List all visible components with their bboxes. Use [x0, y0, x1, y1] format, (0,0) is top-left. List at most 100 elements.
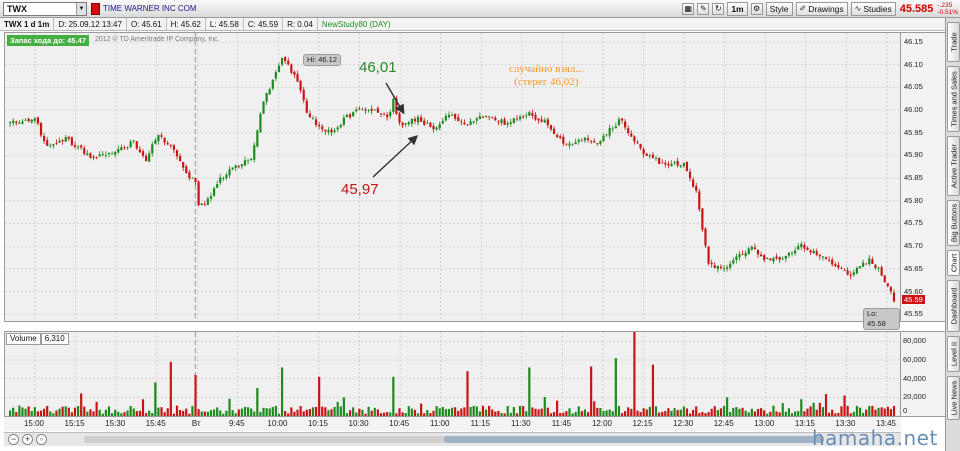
time-tick-label: 12:45: [713, 419, 734, 428]
candle: [713, 261, 716, 269]
studies-button[interactable]: ∿ Studies: [850, 2, 896, 16]
volume-bar: [828, 412, 831, 416]
rotate-icon[interactable]: ↻: [712, 3, 725, 15]
volume-bar: [821, 407, 825, 416]
candle: [574, 138, 577, 145]
side-tab-dashboard[interactable]: Dashboard: [947, 280, 960, 332]
price-panel[interactable]: Запас хода до: 45.47 2012 © TD Ameritrad…: [4, 32, 901, 330]
side-tab-label: Times and Sales: [949, 71, 958, 127]
info-symbol-period[interactable]: TWX 1 d 1m: [0, 17, 55, 31]
volume-bar: [209, 410, 213, 416]
volume-bar: [407, 406, 410, 416]
candle: [849, 270, 852, 280]
volume-bar: [871, 405, 874, 416]
volume-panel[interactable]: Volume 6,310: [4, 331, 901, 417]
volume-bar: [157, 407, 160, 416]
candle: [287, 57, 290, 66]
zoom-out-icon[interactable]: −: [8, 434, 19, 445]
style-button[interactable]: Style: [765, 2, 793, 16]
candle: [661, 159, 664, 164]
volume-bar: [123, 412, 126, 416]
symbol-input[interactable]: TWX ▼: [3, 2, 87, 16]
volume-bar: [191, 406, 194, 416]
volume-bar: [549, 413, 553, 416]
candle: [358, 106, 361, 111]
grid-icon[interactable]: ▦: [682, 3, 695, 15]
volume-bar: [64, 406, 67, 416]
zoom-fit-icon[interactable]: ◦: [36, 434, 47, 445]
volume-bar: [670, 410, 673, 416]
drawings-button[interactable]: ✐ Drawings: [795, 2, 848, 16]
candle: [460, 119, 463, 126]
volume-bar: [565, 411, 568, 416]
info-low: L: 45.58: [206, 17, 244, 31]
candle: [503, 116, 506, 125]
volume-bar: [497, 410, 500, 416]
volume-bar: [175, 405, 179, 416]
volume-bar: [296, 409, 299, 416]
candle: [543, 117, 546, 123]
side-tab-chart[interactable]: Chart: [947, 250, 960, 276]
volume-bar: [135, 411, 138, 416]
candle: [809, 249, 812, 255]
volume-bar: [438, 408, 441, 416]
volume-bar: [889, 409, 893, 416]
time-axis[interactable]: 15:00 15:15 15:30 15:45 Вт 9:45 10:00 10:15 10:3…: [4, 417, 901, 431]
side-tab-times-and-sales[interactable]: Times and Sales: [947, 66, 960, 132]
volume-bar: [398, 408, 401, 416]
candle: [284, 55, 287, 64]
volume-bar: [355, 412, 358, 416]
candle: [129, 139, 132, 148]
price-chart[interactable]: [5, 33, 900, 321]
side-tab-active-trader[interactable]: Active Trader: [947, 136, 960, 196]
volume-bar: [148, 410, 151, 416]
pencil-icon[interactable]: ✎: [697, 3, 710, 15]
candle: [185, 164, 188, 174]
chart-scrollbar[interactable]: − + ◦: [4, 432, 901, 446]
candle: [667, 161, 670, 169]
scroll-track[interactable]: [84, 436, 824, 443]
price-axis[interactable]: 45.59 46.15 46.10 46.05 46.00 45.95 45.90 45.8…: [901, 32, 945, 322]
candle: [144, 153, 148, 162]
side-tab-trade[interactable]: Trade: [947, 22, 960, 62]
candle: [182, 161, 185, 172]
candle: [194, 177, 197, 186]
color-link-icon[interactable]: [91, 3, 100, 15]
annotation-arrow[interactable]: [372, 135, 419, 178]
volume-axis[interactable]: 80,000 60,000 40,000 20,000 0: [901, 331, 945, 417]
side-tab-live-news[interactable]: Live News: [947, 376, 960, 420]
volume-bar: [837, 413, 840, 416]
volume-bar: [290, 407, 293, 416]
zoom-in-icon[interactable]: +: [22, 434, 33, 445]
chevron-down-icon[interactable]: ▼: [76, 3, 86, 15]
candle: [466, 123, 469, 126]
studies-icon: ∿: [854, 4, 862, 13]
volume-bar: [151, 412, 154, 416]
candle: [695, 182, 698, 193]
candle: [9, 120, 12, 127]
volume-bar: [803, 411, 806, 416]
candle: [296, 70, 299, 83]
volume-bar: [299, 406, 302, 416]
volume-bar: [716, 410, 719, 416]
side-tabs: Trade Times and Sales Active Trader Big But…: [945, 18, 960, 451]
candle: [707, 245, 710, 266]
side-tab-level-ii[interactable]: Level II: [947, 336, 960, 372]
candle: [178, 153, 182, 162]
info-study[interactable]: NewStudy80 (DAY): [318, 18, 395, 31]
candle: [596, 142, 599, 146]
candle: [676, 157, 679, 168]
volume-header: Volume 6,310: [6, 333, 69, 345]
candle: [64, 134, 67, 143]
candle: [222, 176, 225, 182]
side-tab-big-buttons[interactable]: Big Buttons: [947, 200, 960, 246]
side-tab-label: Level II: [949, 341, 958, 367]
candle: [559, 134, 562, 140]
interval-button[interactable]: 1m: [727, 2, 748, 16]
volume-bar: [200, 411, 203, 416]
candle: [688, 168, 692, 182]
scroll-thumb[interactable]: [444, 436, 824, 443]
candle: [46, 137, 49, 147]
gear-icon[interactable]: ⚙: [750, 3, 763, 15]
volume-chart[interactable]: [5, 332, 900, 416]
